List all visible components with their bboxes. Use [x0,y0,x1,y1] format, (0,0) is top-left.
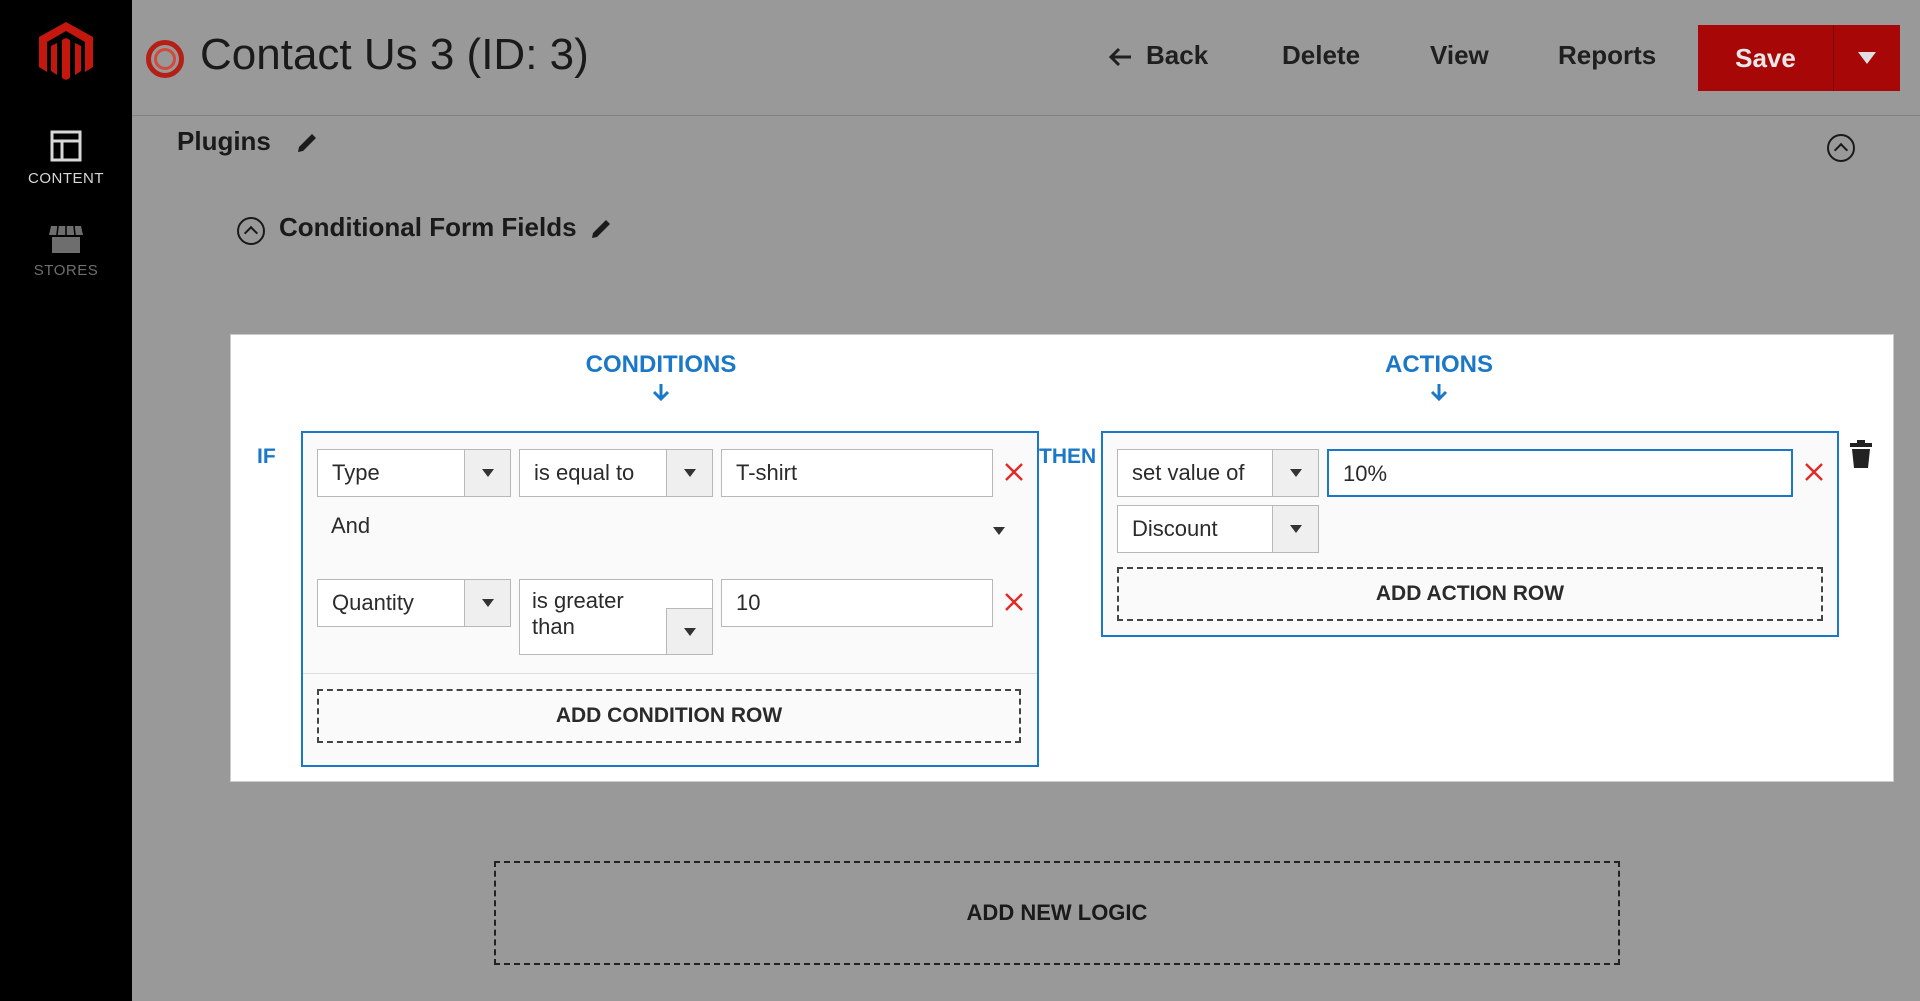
dropdown-arrow-icon [464,580,510,626]
select-value: Quantity [332,590,414,615]
actions-heading-label: ACTIONS [1385,351,1493,378]
actions-heading: ACTIONS [1349,351,1529,401]
dropdown-arrow-icon [1272,450,1318,496]
magento-logo-icon[interactable] [37,20,95,82]
arrow-down-icon [1430,384,1448,401]
action-target-select[interactable]: Discount [1117,505,1319,553]
collapse-plugins-button[interactable] [1827,134,1855,162]
select-value-line: than [532,614,575,639]
then-label: THEN [1039,445,1097,468]
delete-button[interactable]: Delete [1282,40,1360,71]
if-label: IF [257,445,276,468]
dropdown-arrow-icon [666,608,712,654]
action-value-input[interactable]: 10% [1327,449,1793,497]
save-options-toggle[interactable] [1834,25,1900,91]
save-button[interactable]: Save [1698,25,1834,91]
condition-field-select[interactable]: Type [317,449,511,497]
condition-value-input[interactable]: 10 [721,579,993,627]
remove-action-icon[interactable] [1803,461,1825,483]
chevron-down-icon[interactable] [993,527,1005,535]
dropdown-arrow-icon [666,450,712,496]
back-label: Back [1146,40,1209,70]
input-value: T-shirt [736,460,798,485]
logic-panel: CONDITIONS ACTIONS IF THEN Type is equal… [230,334,1894,782]
add-new-logic-button[interactable]: ADD NEW LOGIC [494,861,1620,965]
action-type-select[interactable]: set value of [1117,449,1319,497]
edit-pencil-icon[interactable] [296,132,318,154]
remove-condition-icon[interactable] [1003,461,1025,483]
sidebar-item-label: STORES [33,262,99,279]
edit-pencil-icon[interactable] [590,218,612,240]
remove-condition-icon[interactable] [1003,591,1025,613]
collapse-section-button[interactable] [237,217,265,245]
condition-join-select[interactable]: And [331,513,370,539]
store-icon [49,225,83,253]
condition-field-select[interactable]: Quantity [317,579,511,627]
select-value: Type [332,460,380,485]
view-button[interactable]: View [1430,40,1489,71]
condition-operator-select[interactable]: is greater than [519,579,713,655]
select-value-line: is greater [532,588,624,613]
condition-operator-select[interactable]: is equal to [519,449,713,497]
status-ring-icon [146,40,184,78]
add-action-row-button[interactable]: ADD ACTION ROW [1117,567,1823,621]
content-icon [50,130,82,162]
section-title: Conditional Form Fields [279,212,577,242]
conditions-box: Type is equal to T-shirt And Quantity is… [301,431,1039,767]
sidebar-item-stores[interactable]: STORES [0,224,132,279]
save-split-button: Save [1698,25,1900,91]
page-header: Contact Us 3 (ID: 3) Back Delete View Re… [132,0,1920,116]
select-value: is greater than [532,588,624,640]
add-condition-row-button[interactable]: ADD CONDITION ROW [317,689,1021,743]
input-value: 10 [736,590,761,615]
page-title: Contact Us 3 (ID: 3) [200,30,589,79]
actions-box: set value of 10% Discount ADD ACTION ROW [1101,431,1839,637]
divider [303,673,1037,674]
conditions-heading-label: CONDITIONS [585,351,737,378]
select-value: Discount [1132,516,1218,541]
arrow-left-icon [1108,48,1131,67]
trash-icon[interactable] [1849,439,1873,469]
input-value: 10% [1343,461,1388,486]
plugins-title: Plugins [177,126,271,156]
back-button[interactable]: Back [1108,40,1208,71]
dropdown-arrow-icon [1272,506,1318,552]
reports-button[interactable]: Reports [1558,40,1656,71]
arrow-down-icon [652,384,670,401]
condition-value-input[interactable]: T-shirt [721,449,993,497]
conditions-heading: CONDITIONS [551,351,771,401]
sidebar-item-content[interactable]: CONTENT [0,130,132,187]
dropdown-arrow-icon [464,450,510,496]
sidebar-item-label: CONTENT [28,170,104,187]
select-value: set value of [1132,460,1245,485]
chevron-down-icon [1858,52,1876,64]
select-value: is equal to [534,460,635,485]
chevron-up-icon [1833,142,1849,158]
chevron-up-icon [243,225,259,241]
admin-sidebar: CONTENT STORES [0,0,132,1001]
